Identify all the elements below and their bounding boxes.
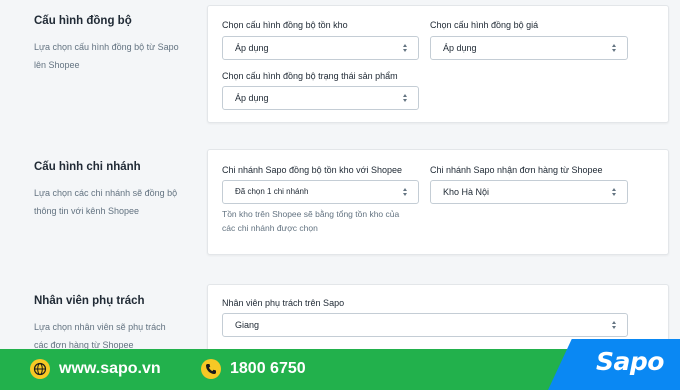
globe-icon: [30, 359, 50, 379]
order-branch-label: Chi nhánh Sapo nhận đơn hàng từ Shopee: [430, 165, 603, 175]
staff-desc-line1: Lựa chọn nhân viên sẽ phụ trách: [34, 322, 166, 332]
branch-section-title: Cấu hình chi nhánh: [34, 161, 141, 173]
branch-desc-line1: Lựa chọn các chi nhánh sẽ đồng bộ: [34, 188, 178, 198]
status-sync-select[interactable]: Áp dụng: [222, 86, 419, 110]
inventory-sync-label: Chọn cấu hình đồng bộ tồn kho: [222, 20, 348, 30]
sync-branch-help: Tồn kho trên Shopee sẽ bằng tổng tồn kho…: [222, 207, 399, 235]
branch-section-info: Cấu hình chi nhánh Lựa chọn các chi nhán…: [34, 161, 194, 220]
phone-link[interactable]: 1800 6750: [201, 358, 306, 380]
select-caret-icon: [403, 187, 409, 197]
price-sync-select[interactable]: Áp dụng: [430, 36, 628, 60]
sync-branch-help-line1: Tồn kho trên Shopee sẽ bằng tổng tồn kho…: [222, 209, 400, 219]
order-branch-value: Kho Hà Nội: [443, 187, 490, 197]
select-caret-icon: [612, 187, 618, 197]
sync-section-desc: Lựa chọn cấu hình đồng bộ từ Sapo lên Sh…: [34, 38, 194, 74]
select-caret-icon: [403, 43, 409, 53]
website-link[interactable]: www.sapo.vn: [30, 358, 161, 380]
sync-branch-select[interactable]: Đã chọn 1 chi nhánh: [222, 180, 419, 204]
status-sync-label: Chọn cấu hình đồng bộ trạng thái sản phẩ…: [222, 71, 398, 81]
staff-section-info: Nhân viên phụ trách Lựa chọn nhân viên s…: [34, 295, 194, 354]
staff-value: Giang: [235, 320, 260, 330]
sync-branch-help-line2: các chi nhánh được chọn: [222, 223, 318, 233]
select-caret-icon: [403, 93, 409, 103]
select-caret-icon: [612, 320, 618, 330]
staff-select[interactable]: Giang: [222, 313, 628, 337]
branch-section-desc: Lựa chọn các chi nhánh sẽ đồng bộ thông …: [34, 184, 194, 220]
sync-section-info: Cấu hình đồng bộ Lựa chọn cấu hình đồng …: [34, 15, 194, 74]
branch-settings-card: Chi nhánh Sapo đồng bộ tồn kho với Shope…: [207, 149, 669, 255]
staff-label: Nhân viên phụ trách trên Sapo: [222, 298, 345, 308]
select-caret-icon: [612, 43, 618, 53]
price-sync-label: Chọn cấu hình đồng bộ giá: [430, 20, 539, 30]
sync-settings-card: Chọn cấu hình đồng bộ tồn kho Áp dụng Ch…: [207, 5, 669, 123]
sync-section-title: Cấu hình đồng bộ: [34, 15, 132, 27]
sync-branch-value: Đã chọn 1 chi nhánh: [235, 187, 309, 196]
sync-desc-line2: lên Shopee: [34, 60, 80, 70]
price-sync-value: Áp dụng: [443, 43, 477, 53]
staff-section-title: Nhân viên phụ trách: [34, 295, 145, 307]
phone-icon: [201, 359, 221, 379]
inventory-sync-select[interactable]: Áp dụng: [222, 36, 419, 60]
website-text: www.sapo.vn: [59, 360, 161, 377]
status-sync-value: Áp dụng: [235, 93, 269, 103]
order-branch-select[interactable]: Kho Hà Nội: [430, 180, 628, 204]
branch-desc-line2: thông tin với kênh Shopee: [34, 206, 139, 216]
sync-desc-line1: Lựa chọn cấu hình đồng bộ từ Sapo: [34, 42, 179, 52]
sapo-logo: Sapo: [596, 347, 664, 376]
inventory-sync-value: Áp dụng: [235, 43, 269, 53]
sync-branch-label: Chi nhánh Sapo đồng bộ tồn kho với Shope…: [222, 165, 403, 175]
phone-text: 1800 6750: [230, 360, 306, 377]
